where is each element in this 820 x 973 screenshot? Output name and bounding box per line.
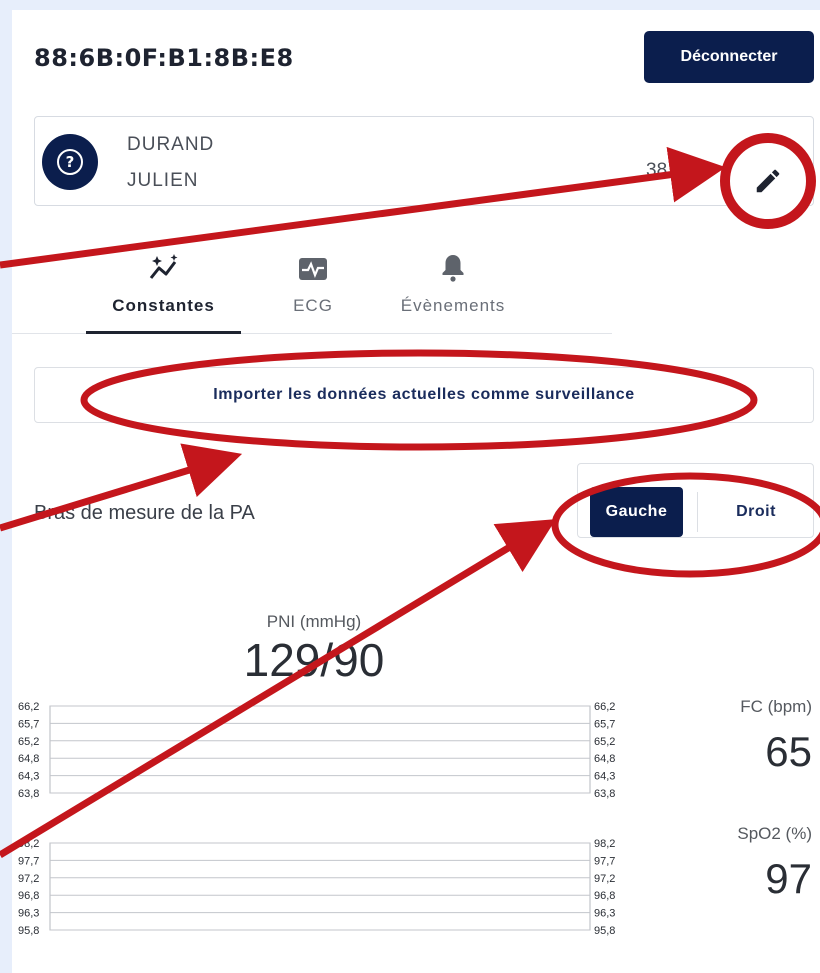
y-tick-left: 96,8 xyxy=(18,890,39,902)
y-tick-left: 64,3 xyxy=(18,771,39,783)
question-circle-icon: ? xyxy=(57,149,83,175)
y-tick-left: 95,8 xyxy=(18,925,39,937)
tab-label: ECG xyxy=(293,296,333,315)
fc-label: FC (bpm) xyxy=(740,697,812,716)
ecg-monitor-icon xyxy=(299,258,327,280)
tab-label: Évènements xyxy=(400,296,506,315)
disconnect-button[interactable]: Déconnecter xyxy=(644,31,814,83)
toggle-divider xyxy=(697,492,698,532)
tab-ecg[interactable]: ECG xyxy=(268,250,358,316)
arm-left-button[interactable]: Gauche xyxy=(590,487,683,537)
y-tick-right: 63,8 xyxy=(594,788,615,800)
pni-value: 129/90 xyxy=(243,634,385,686)
y-tick-left: 97,7 xyxy=(18,855,39,867)
y-tick-right: 64,8 xyxy=(594,753,615,765)
y-tick-right: 65,7 xyxy=(594,718,615,730)
spo2-trend-chart: 98,2 98,2 97,7 97,7 97,2 97,2 96,8 96,8 96,3 96,3… xyxy=(0,835,640,947)
tab-constantes[interactable]: Constantes xyxy=(86,250,241,316)
y-tick-right: 97,2 xyxy=(594,873,615,885)
y-tick-right: 64,3 xyxy=(594,771,615,783)
y-tick-right: 96,8 xyxy=(594,890,615,902)
y-tick-left: 63,8 xyxy=(18,788,39,800)
spo2-label: SpO2 (%) xyxy=(737,824,812,843)
y-tick-left: 97,2 xyxy=(18,873,39,885)
y-tick-left: 96,3 xyxy=(18,908,39,920)
y-tick-left: 66,2 xyxy=(18,701,39,713)
y-tick-left: 64,8 xyxy=(18,753,39,765)
y-tick-right: 97,7 xyxy=(594,855,615,867)
y-tick-left: 98,2 xyxy=(18,838,39,850)
patient-avatar: ? xyxy=(42,134,98,190)
patient-last-name: DURAND xyxy=(127,134,215,155)
import-surveillance-button[interactable]: Importer les données actuelles comme sur… xyxy=(34,367,814,423)
spo2-value: 97 xyxy=(765,855,812,902)
active-tab-indicator xyxy=(86,331,241,334)
y-tick-left: 65,7 xyxy=(18,718,39,730)
arm-right-button[interactable]: Droit xyxy=(708,487,804,537)
pni-label: PNI (mmHg) xyxy=(266,612,362,631)
chart-frame xyxy=(49,842,591,931)
y-tick-right: 66,2 xyxy=(594,701,615,713)
fc-value: 65 xyxy=(765,728,812,775)
tab-evenements[interactable]: Évènements xyxy=(378,250,528,316)
arm-label: Bras de mesure de la PA xyxy=(34,502,255,524)
y-tick-right: 65,2 xyxy=(594,736,615,748)
sparkle-chart-icon xyxy=(149,254,177,279)
tab-label: Constantes xyxy=(112,296,215,315)
patient-age: 38 ans xyxy=(646,160,704,181)
chart-frame xyxy=(49,705,591,794)
device-id: 88:6B:0F:B1:8B:E8 xyxy=(34,44,294,72)
edit-patient-button[interactable] xyxy=(720,133,816,229)
pencil-icon xyxy=(756,169,780,193)
y-tick-right: 95,8 xyxy=(594,925,615,937)
y-tick-left: 65,2 xyxy=(18,736,39,748)
y-tick-right: 98,2 xyxy=(594,838,615,850)
y-tick-right: 96,3 xyxy=(594,908,615,920)
patient-first-name: JULIEN xyxy=(127,170,199,191)
fc-trend-chart: 66,2 66,2 65,7 65,7 65,2 65,2 64,8 64,8 64,3 64,3… xyxy=(0,698,640,810)
bell-icon xyxy=(442,255,464,282)
